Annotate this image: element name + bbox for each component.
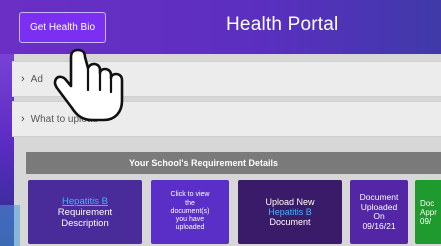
card-text: Description (61, 217, 109, 229)
requirement-details-header: Your School's Requirement Details (26, 152, 441, 174)
document-approved-card: Doc Appr 09/ (415, 180, 441, 244)
card-link-text: Hepatitis B (268, 207, 312, 217)
card-text: the (185, 199, 195, 207)
card-text: Requirement (57, 206, 113, 218)
card-text: uploaded (175, 224, 205, 232)
chevron-right-icon: › (21, 73, 25, 85)
card-text: Appr (420, 207, 437, 217)
upload-document-card[interactable]: Upload New Hepatitis B Document (238, 180, 342, 244)
card-text: Document (269, 217, 311, 227)
side-tab (0, 205, 20, 246)
card-text: Click to view (170, 191, 210, 199)
requirement-cards: Hepatitis B Requirement Description Clic… (26, 180, 441, 246)
hand-pointer-icon (53, 48, 124, 122)
requirement-description-card[interactable]: Hepatitis B Requirement Description (28, 180, 142, 244)
view-documents-card[interactable]: Click to view the document(s) you have u… (151, 180, 229, 244)
card-text: you have (175, 216, 205, 224)
card-text: 09/16/21 (362, 220, 396, 231)
page-title: Health Portal (226, 14, 339, 35)
card-text: document(s) (170, 207, 210, 215)
document-uploaded-card: Document Uploaded On 09/16/21 (350, 180, 408, 244)
hepatitis-b-link[interactable]: Hepatitis B (62, 196, 108, 207)
card-text: Doc (420, 198, 435, 208)
accordion-label: Ad (30, 73, 43, 85)
card-text: 09/ (420, 216, 432, 226)
card-text: Upload New (265, 197, 315, 207)
get-health-bio-button[interactable]: Get Health Bio (19, 12, 106, 43)
chevron-right-icon: › (21, 113, 25, 125)
